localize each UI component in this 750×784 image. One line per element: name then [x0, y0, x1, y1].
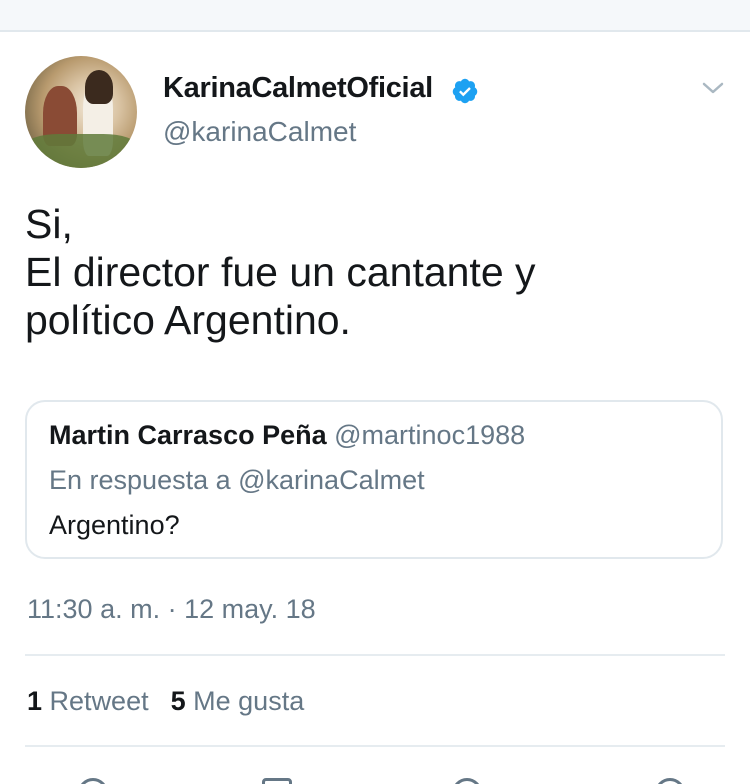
quoted-tweet[interactable]: Martin Carrasco Peña @martinoc1988 En re… [25, 400, 723, 559]
tweet-text-line: Si, [25, 201, 73, 247]
reply-icon[interactable] [78, 778, 108, 784]
tweet-text: Si, El director fue un cantante y políti… [25, 200, 725, 344]
like-stat[interactable]: 5 Me gusta [171, 686, 305, 716]
quoted-author: Martin Carrasco Peña @martinoc1988 [49, 420, 525, 451]
timestamp[interactable]: 11:30 a. m. · 12 may. 18 [27, 594, 316, 625]
like-icon[interactable] [452, 778, 482, 784]
retweet-stat[interactable]: 1 Retweet [27, 686, 149, 716]
quoted-reply-to: En respuesta a @karinaCalmet [49, 465, 425, 495]
tweet-text-line: El director fue un cantante y [25, 249, 536, 295]
quoted-handle: @martinoc1988 [334, 420, 526, 450]
top-bar [0, 0, 750, 32]
like-count: 5 [170, 686, 186, 716]
quoted-name: Martin Carrasco Peña [49, 420, 327, 450]
retweet-icon[interactable] [262, 778, 292, 784]
display-name[interactable]: KarinaCalmetOficial [163, 72, 433, 105]
tweet-card: KarinaCalmetOficial @karinaCalmet Si, El… [0, 32, 750, 784]
retweet-label: Retweet [49, 686, 149, 716]
divider [25, 654, 725, 656]
share-icon[interactable] [655, 778, 685, 784]
like-label: Me gusta [193, 686, 305, 716]
avatar[interactable] [25, 56, 137, 168]
user-handle[interactable]: @karinaCalmet [163, 116, 356, 148]
divider [25, 745, 725, 747]
quoted-text: Argentino? [49, 510, 180, 540]
engagement-stats: 1 Retweet 5 Me gusta [27, 686, 304, 717]
verified-badge-icon [452, 78, 478, 104]
tweet-text-line: político Argentino. [25, 297, 351, 343]
chevron-down-icon[interactable] [700, 78, 726, 98]
retweet-count: 1 [27, 686, 43, 716]
action-bar [0, 772, 750, 784]
